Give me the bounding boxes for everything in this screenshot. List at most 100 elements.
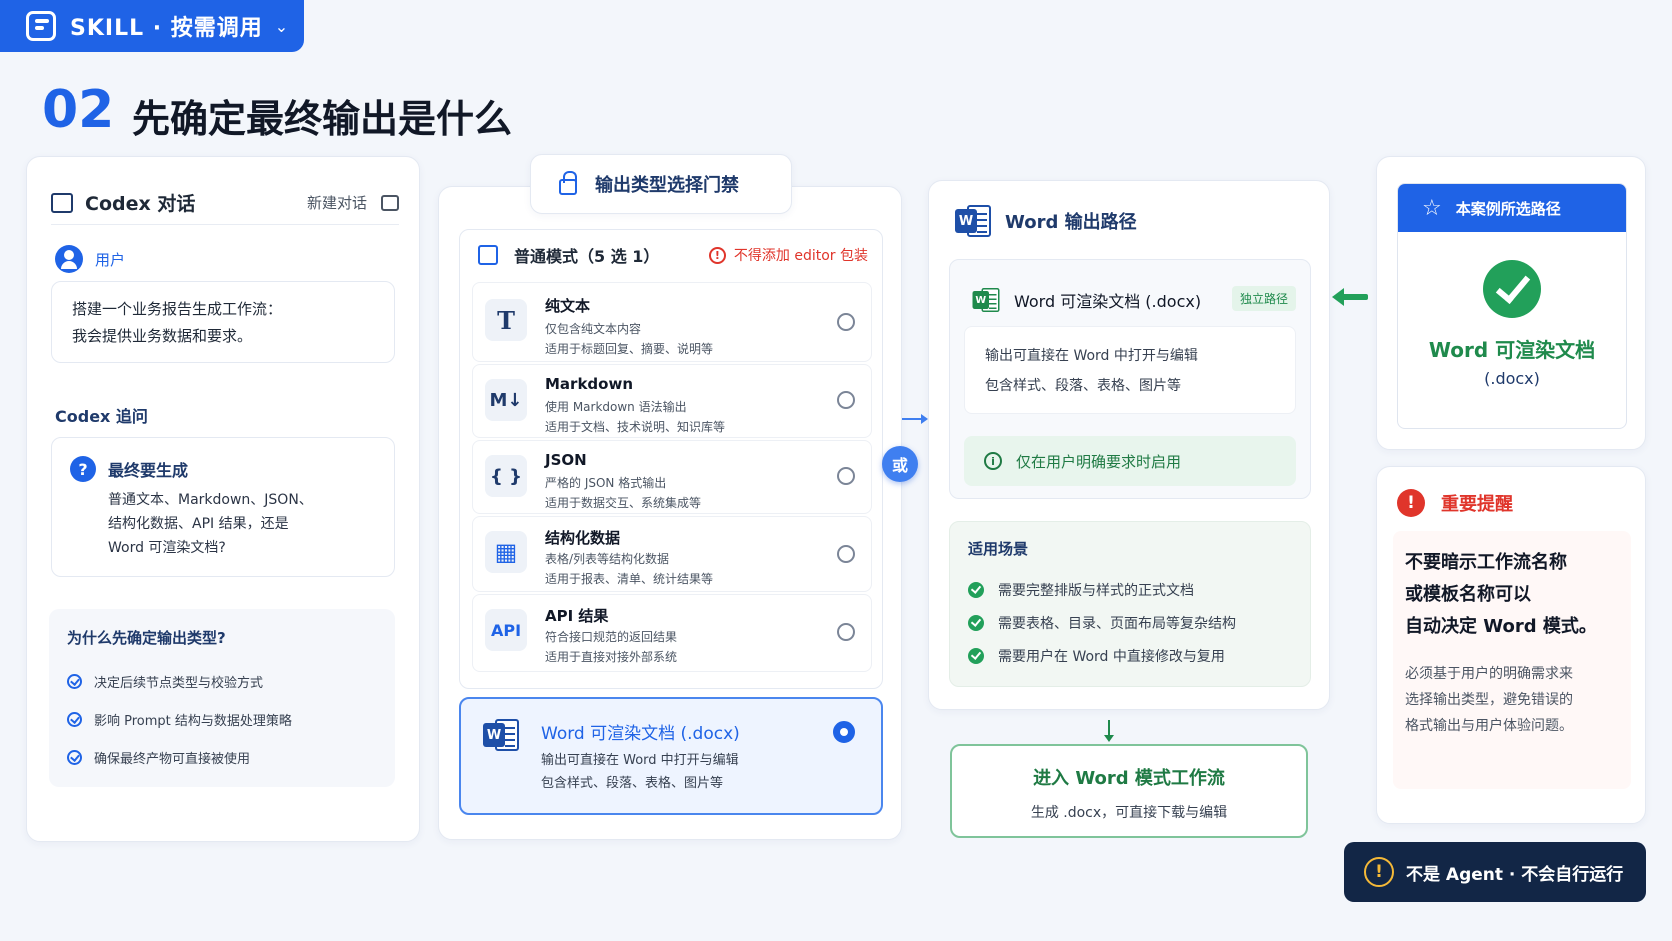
reminder-line: 自动决定 Word 模式。: [1405, 616, 1597, 637]
option-desc: 适用于报表、清单、统计结果等: [545, 572, 714, 586]
option-plain-text[interactable]: T 纯文本 仅包含纯文本内容 适用于标题回复、摘要、说明等: [472, 282, 872, 362]
normal-mode-header: 普通模式（5 选 1） ! 不得添加 editor 包装: [460, 230, 882, 280]
codex-followup-label: Codex 追问: [55, 407, 148, 426]
arrow-down-icon: [1104, 720, 1114, 742]
enter-word-mode-title: 进入 Word 模式工作流: [1033, 768, 1225, 789]
info-icon: i: [984, 452, 1002, 470]
reminder-detail: 选择输出类型，避免错误的: [1405, 692, 1573, 708]
waveform-icon: [478, 245, 498, 265]
radio-button[interactable]: [837, 467, 855, 485]
api-icon: API: [485, 609, 527, 651]
radio-button[interactable]: [837, 545, 855, 563]
option-desc: 严格的 JSON 格式输出: [545, 476, 667, 490]
scenario-text: 需要用户在 Word 中直接修改与复用: [998, 648, 1225, 665]
check-filled-icon: [968, 647, 984, 664]
chevron-down-icon: ⌄: [274, 16, 289, 36]
chat-header: Codex 对话 新建对话: [51, 181, 399, 225]
enter-word-mode-sub: 生成 .docx，可直接下载与编辑: [1030, 805, 1228, 821]
word-icon: W: [483, 717, 519, 753]
chat-bubble-icon[interactable]: [381, 194, 399, 211]
independent-path-tag: 独立路径: [1231, 286, 1296, 311]
reminder-card: ! 重要提醒 不要暗示工作流名称 或模板名称可以 自动决定 Word 模式。 必…: [1376, 466, 1646, 824]
word-icon: W: [972, 287, 1000, 314]
option-title: JSON: [545, 451, 587, 469]
warning-icon: !: [1364, 857, 1394, 887]
selected-path-sub: (.docx): [1484, 369, 1540, 388]
option-structured-data[interactable]: ▦ 结构化数据 表格/列表等结构化数据适用于报表、清单、统计结果等: [472, 516, 872, 592]
option-desc: 使用 Markdown 语法输出: [545, 400, 687, 414]
scenario-text: 需要完整排版与样式的正式文档: [998, 582, 1194, 599]
check-filled-icon: [968, 614, 984, 631]
option-desc: 适用于直接对接外部系统: [545, 650, 678, 664]
user-avatar-icon: [55, 245, 83, 273]
word-output-path-panel: W Word 输出路径 W Word 可渲染文档 (.docx) 独立路径 输出…: [928, 180, 1330, 710]
skill-badge[interactable]: SKILL · 按需调用 ⌄: [0, 0, 304, 52]
scenarios-title: 适用场景: [968, 540, 1029, 558]
radio-button[interactable]: [837, 313, 855, 331]
braces-icon: { }: [485, 455, 527, 497]
scenarios-box: 适用场景 需要完整排版与样式的正式文档 需要表格、目录、页面布局等复杂结构 需要…: [949, 521, 1311, 687]
codex-question: ? 最终要生成 普通文本、Markdown、JSON、 结构化数据、API 结果…: [51, 437, 395, 577]
selected-path-label: 本案例所选路径: [1455, 199, 1561, 218]
not-agent-badge: ! 不是 Agent · 不会自行运行: [1344, 842, 1646, 902]
output-type-panel: 普通模式（5 选 1） ! 不得添加 editor 包装 T 纯文本 仅包含纯文…: [438, 186, 902, 840]
docx-box: W Word 可渲染文档 (.docx) 独立路径 输出可直接在 Word 中打…: [949, 259, 1311, 499]
why-item-text: 确保最终产物可直接被使用: [94, 751, 251, 767]
user-message: 搭建一个业务报告生成工作流： 我会提供业务数据和要求。: [51, 281, 395, 363]
question-title: 最终要生成: [108, 461, 189, 480]
option-desc: 适用于标题回复、摘要、说明等: [545, 342, 714, 356]
check-circle-large-icon: [1483, 260, 1541, 318]
codex-chat-panel: Codex 对话 新建对话 用户 搭建一个业务报告生成工作流： 我会提供业务数据…: [26, 156, 420, 842]
selected-path-card: ☆ 本案例所选路径 Word 可渲染文档 (.docx): [1376, 156, 1646, 450]
skill-badge-label: SKILL · 按需调用: [70, 16, 263, 41]
reminder-detail: 必须基于用户的明确需求来: [1405, 666, 1573, 682]
option-word-docx-selected[interactable]: W Word 可渲染文档 (.docx) 输出可直接在 Word 中打开与编辑包…: [459, 697, 883, 815]
star-icon: ☆: [1422, 195, 1442, 221]
user-label-row: 用户: [55, 245, 125, 273]
reminder-title: 重要提醒: [1441, 494, 1513, 515]
lock-icon: [559, 171, 577, 195]
scenario-text: 需要表格、目录、页面布局等复杂结构: [998, 615, 1236, 632]
warning-text: 不得添加 editor 包装: [733, 248, 868, 264]
option-desc: 适用于数据交互、系统集成等: [545, 496, 702, 510]
new-chat-button[interactable]: 新建对话: [307, 192, 367, 213]
gate-title-card: 输出类型选择门禁: [530, 154, 792, 214]
scenario-item: 需要用户在 Word 中直接修改与复用: [968, 639, 1292, 672]
docx-desc-line: 包含样式、段落、表格、图片等: [985, 378, 1181, 394]
normal-mode-title: 普通模式（5 选 1）: [514, 247, 660, 266]
radio-button-selected[interactable]: [833, 721, 855, 743]
user-message-line: 搭建一个业务报告生成工作流：: [72, 300, 283, 318]
enter-word-mode-box[interactable]: 进入 Word 模式工作流 生成 .docx，可直接下载与编辑: [950, 744, 1308, 838]
why-item: 确保最终产物可直接被使用: [67, 738, 377, 776]
check-filled-icon: [968, 581, 984, 598]
option-title: 结构化数据: [545, 529, 621, 547]
reminder-line: 不要暗示工作流名称: [1405, 552, 1567, 573]
scenario-item: 需要表格、目录、页面布局等复杂结构: [968, 606, 1292, 639]
option-desc: 表格/列表等结构化数据: [545, 552, 670, 566]
app-logo-icon: [26, 11, 56, 41]
user-message-line: 我会提供业务数据和要求。: [72, 327, 253, 345]
option-markdown[interactable]: M↓ Markdown 使用 Markdown 语法输出 适用于文档、技术说明、知…: [472, 364, 872, 438]
option-desc: 包含样式、段落、表格、图片等: [541, 776, 724, 791]
page-title: 先确定最终输出是什么: [132, 97, 513, 141]
check-circle-icon: [67, 711, 82, 727]
radio-button[interactable]: [837, 623, 855, 641]
option-api-result[interactable]: API API 结果 符合接口规范的返回结果 适用于直接对接外部系统: [472, 594, 872, 672]
table-icon: ▦: [485, 531, 527, 573]
alert-icon: !: [1397, 489, 1425, 517]
question-icon: ?: [70, 456, 96, 482]
gate-title: 输出类型选择门禁: [595, 175, 739, 196]
selected-path-header: ☆ 本案例所选路径: [1398, 184, 1626, 232]
editor-warning: ! 不得添加 editor 包装: [708, 245, 868, 265]
user-label: 用户: [95, 250, 126, 269]
why-item-text: 影响 Prompt 结构与数据处理策略: [94, 713, 292, 729]
why-item: 决定后续节点类型与校验方式: [67, 662, 377, 700]
radio-button[interactable]: [837, 391, 855, 409]
option-json[interactable]: { } JSON 严格的 JSON 格式输出适用于数据交互、系统集成等: [472, 440, 872, 514]
option-title: API 结果: [545, 607, 609, 625]
markdown-icon: M↓: [485, 379, 527, 421]
text-icon: T: [485, 299, 527, 341]
chart-icon: [51, 192, 73, 213]
docx-description: 输出可直接在 Word 中打开与编辑 包含样式、段落、表格、图片等: [964, 326, 1296, 414]
arrow-right-icon: [902, 414, 928, 424]
